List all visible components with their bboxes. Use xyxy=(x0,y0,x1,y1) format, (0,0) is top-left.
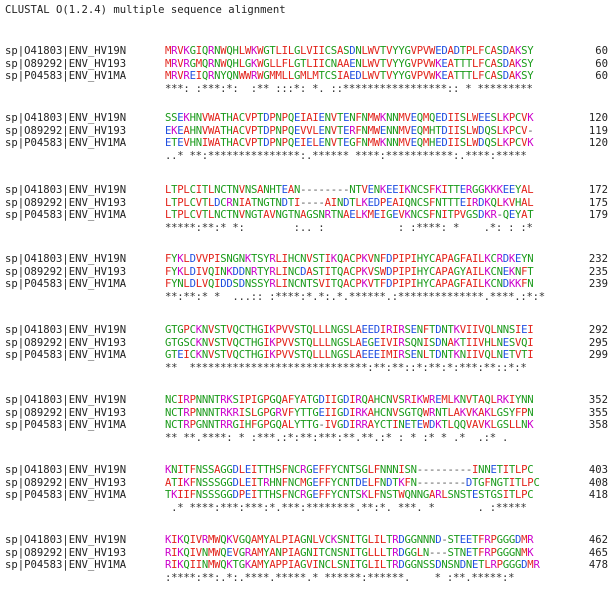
consensus-line: ** **.****: * :***.:*:**:***:**.**.:* : … xyxy=(165,431,509,444)
position-number: 60 xyxy=(595,45,608,57)
sequence-name: sp|O89292|ENV_HV193 xyxy=(5,57,127,70)
sequence-residues: RIKQIVNMWQEVGRAMYANPIAGNITCNSNITGLLLTRDG… xyxy=(165,546,534,559)
sequence-residues: ATIKFNSSSGGDLEITRHNFNCMGEFFYCNTDELFNDTKF… xyxy=(165,476,540,489)
sequence-residues: NCTRPNNNTRKRISLGPGRVFYTTGEIIGDIRKAHCNVSG… xyxy=(165,406,534,419)
position-number: 408 xyxy=(588,476,608,489)
sequence-residues: FYKLDIVQINKDDNRTYRLINCDASTITQACPKVSWDPIP… xyxy=(165,265,534,278)
sequence-name: sp|P04583|ENV_HV1MA xyxy=(5,489,127,501)
sequence-name: sp|O89292|ENV_HV193 xyxy=(5,336,127,349)
sequence-residues: ETEVHNIWATHACVPTDPNPQEIELENVTEGFNMWKNNMV… xyxy=(165,137,534,149)
position-number: 299 xyxy=(588,349,608,361)
sequence-name: sp|O41803|ENV_HV19N xyxy=(5,324,127,336)
position-number: 60 xyxy=(595,70,608,82)
position-number: 179 xyxy=(588,209,608,221)
sequence-name: sp|P04583|ENV_HV1MA xyxy=(5,559,127,571)
sequence-name: sp|P04583|ENV_HV1MA xyxy=(5,278,127,290)
sequence-residues: GTGPCKNVSTVQCTHGIKPVVSTQLLLNGSLAEEDIRIRS… xyxy=(165,324,534,336)
sequence-residues: EKEAHNVWATHACVPTDPNPQEVVLENVTERFNMWENNMV… xyxy=(165,124,534,137)
sequence-residues: NCIRPNNNTRKSIPIGPGQAFYATGDIIGDIRQAHCNVSR… xyxy=(165,394,534,406)
position-number: 120 xyxy=(588,112,608,124)
position-number: 60 xyxy=(595,57,608,70)
sequence-residues: LTPLCVTLNCTNVNGTAVNGTNAGSNRTNAELKMEIGEVK… xyxy=(165,209,534,221)
sequence-name: sp|O89292|ENV_HV193 xyxy=(5,476,127,489)
consensus-line: ..* **:***************:.****** ****:****… xyxy=(165,149,527,162)
sequence-residues: MRVRGMQRNWQHLGKWGLLFLGTLIICNAAENLWVTVYYG… xyxy=(165,57,534,70)
sequence-name: sp|O89292|ENV_HV193 xyxy=(5,406,127,419)
position-number: 295 xyxy=(588,336,608,349)
position-number: 292 xyxy=(588,324,608,336)
position-number: 120 xyxy=(588,137,608,149)
sequence-name: sp|O41803|ENV_HV19N xyxy=(5,534,127,546)
sequence-name: sp|O89292|ENV_HV193 xyxy=(5,124,127,137)
position-number: 418 xyxy=(588,489,608,501)
consensus-line: **:**:* * ...:: :****:*.*:.*.******.:***… xyxy=(165,290,545,303)
sequence-residues: RIKQIINMWQKTGKAMYAPPIAGVINCLSNITGLILTRDG… xyxy=(165,559,540,571)
position-number: 235 xyxy=(588,265,608,278)
sequence-name: sp|P04583|ENV_HV1MA xyxy=(5,70,127,82)
position-number: 175 xyxy=(588,196,608,209)
sequence-name: sp|O89292|ENV_HV193 xyxy=(5,546,127,559)
position-number: 358 xyxy=(588,419,608,431)
sequence-name: sp|P04583|ENV_HV1MA xyxy=(5,349,127,361)
sequence-name: sp|O41803|ENV_HV19N xyxy=(5,184,127,196)
sequence-name: sp|O41803|ENV_HV19N xyxy=(5,112,127,124)
position-number: 465 xyxy=(588,546,608,559)
sequence-name: sp|O89292|ENV_HV193 xyxy=(5,196,127,209)
position-number: 232 xyxy=(588,253,608,265)
sequence-residues: MRVKGIQRNWQHLWKWGTLILGLVIICSASDNLWVTVYYG… xyxy=(165,45,534,57)
sequence-residues: NCTRPGNNTRRGIHFGPGQALYTTG-IVGDIRRAYCTINE… xyxy=(165,419,534,431)
sequence-name: sp|P04583|ENV_HV1MA xyxy=(5,209,127,221)
sequence-residues: KNITFNSSAGGDLEITTHSFNCRGEFFYCNTSGLFNNNIS… xyxy=(165,464,534,476)
position-number: 355 xyxy=(588,406,608,419)
position-number: 403 xyxy=(588,464,608,476)
sequence-residues: SSEKHNVWATHACVPTDPNPQEIAIENVTENFNMWKNNMV… xyxy=(165,112,534,124)
consensus-line: ** *****************************:**:**::… xyxy=(165,361,527,374)
position-number: 478 xyxy=(588,559,608,571)
position-number: 172 xyxy=(588,184,608,196)
position-number: 462 xyxy=(588,534,608,546)
position-number: 352 xyxy=(588,394,608,406)
sequence-residues: KIKQIVRMWQKVGQAMYALPIAGNLVCKSNITGLILTRDG… xyxy=(165,534,534,546)
sequence-name: sp|O41803|ENV_HV19N xyxy=(5,394,127,406)
sequence-name: sp|O41803|ENV_HV19N xyxy=(5,464,127,476)
sequence-residues: LTPLCVTLDCRNIATNGTNDTI----AINDTLKEDPEAIQ… xyxy=(165,196,534,209)
sequence-residues: FYNLDLVQIDDSDNSSYRLINCNTSVITQACPKVTFDPIP… xyxy=(165,278,534,290)
sequence-residues: FYKLDVVPISNGNKTSYRLIHCNVSTIKQACPKVNFDPIP… xyxy=(165,253,534,265)
sequence-name: sp|O41803|ENV_HV19N xyxy=(5,45,127,57)
sequence-name: sp|P04583|ENV_HV1MA xyxy=(5,137,127,149)
sequence-name: sp|P04583|ENV_HV1MA xyxy=(5,419,127,431)
position-number: 119 xyxy=(588,124,608,137)
sequence-residues: LTPLCITLNCTNVNSANHTEAN--------NTVENKEEIK… xyxy=(165,184,534,196)
consensus-line: :****:**:.*:.****.*****.* ******:******.… xyxy=(165,571,515,584)
sequence-residues: GTEICKNVSTVQCTHGIKPVVSTQLLLNGSLAEEEIMIRS… xyxy=(165,349,534,361)
consensus-line: .* ****:***:***:*.***:********.**:*. ***… xyxy=(165,501,527,514)
sequence-name: sp|O41803|ENV_HV19N xyxy=(5,253,127,265)
sequence-residues: GTGSCKNVSTVQCTHGIKPVVSTQLLLNGSLAEGEIVIRS… xyxy=(165,336,534,349)
consensus-line: ***: :***:*: :** :::*: *. ::************… xyxy=(165,82,533,95)
sequence-residues: TKIIFNSSSGGDPEITTHSFNCRGEFFYCNTSKLFNSTWQ… xyxy=(165,489,534,501)
alignment-header: CLUSTAL O(1.2.4) multiple sequence align… xyxy=(5,4,286,16)
sequence-name: sp|O89292|ENV_HV193 xyxy=(5,265,127,278)
consensus-line: *****:**:* *: :.. : : :****: * .*: : :* xyxy=(165,221,533,234)
position-number: 239 xyxy=(588,278,608,290)
sequence-residues: MRVREIQRNYQNWWRWGMMLLGMLMTCSIAEDLWVTVYYG… xyxy=(165,70,534,82)
